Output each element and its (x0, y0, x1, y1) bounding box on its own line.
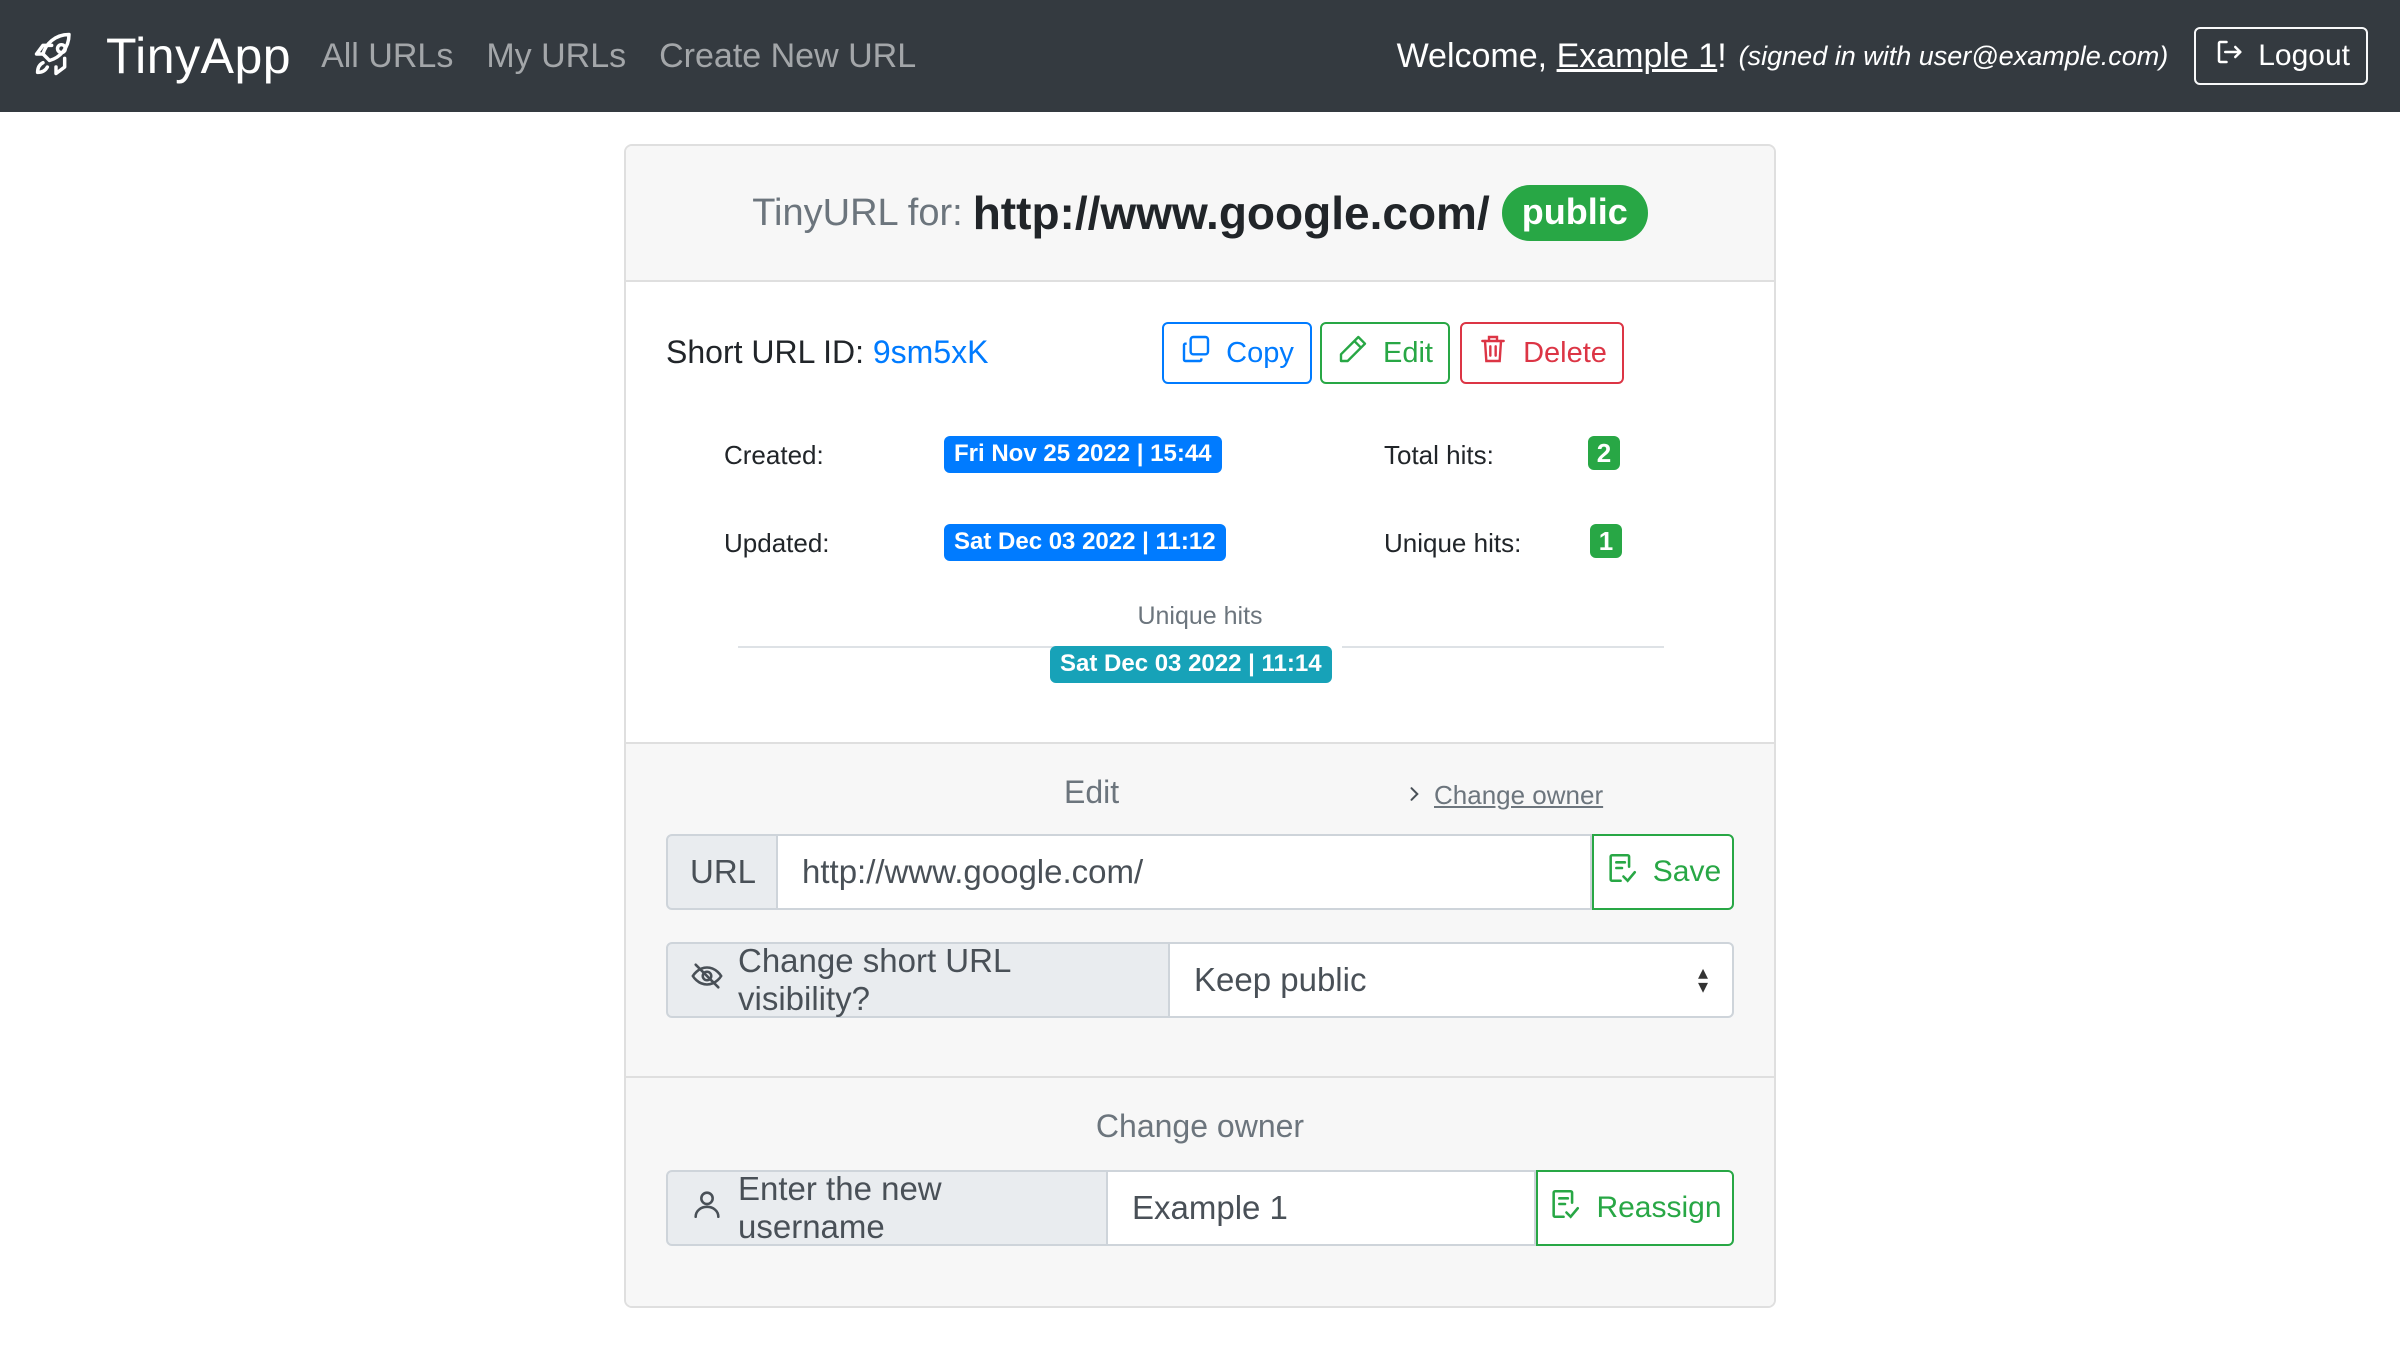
username-addon-label: Enter the new username (738, 1170, 942, 1245)
signed-in-email: (signed in with user@example.com) (1738, 40, 2169, 71)
url-details-card: TinyURL for: http://www.google.com/ publ… (624, 144, 1776, 1308)
change-owner-link-label: Change owner (1434, 780, 1604, 810)
change-owner-toggle[interactable]: Change owner (1404, 780, 1603, 811)
visibility-addon: Change short URL visibility? (666, 942, 1170, 1018)
long-url-title: http://www.google.com/ (972, 187, 1490, 239)
logout-label: Logout (2258, 39, 2350, 72)
edit-section: Edit Change owner URL http://www.google.… (626, 742, 1774, 1078)
url-input-group: URL http://www.google.com/ Save (666, 834, 1734, 910)
visibility-select-value: Keep public (1194, 961, 1367, 998)
edit-button[interactable]: Edit (1320, 322, 1450, 384)
created-date-badge: Fri Nov 25 2022 | 15:44 (944, 436, 1222, 473)
updated-date-badge: Sat Dec 03 2022 | 11:12 (944, 524, 1226, 561)
short-url-id-label: Short URL ID: (666, 334, 864, 370)
new-username-input[interactable]: Example 1 (1108, 1170, 1536, 1246)
total-hits-label: Total hits: (1384, 440, 1494, 470)
logout-icon (2214, 37, 2258, 75)
visibility-select[interactable]: Keep public ▴ ▾ (1170, 942, 1734, 1018)
updated-label: Updated: (724, 528, 830, 558)
delete-button[interactable]: Delete (1460, 322, 1624, 384)
copy-icon (1180, 333, 1226, 373)
nav-my-urls[interactable]: My URLs (486, 37, 626, 76)
top-navbar: TinyApp All URLs My URLs Create New URL … (0, 0, 2400, 112)
unique-hits-caption: Unique hits (1137, 602, 1263, 630)
copy-button[interactable]: Copy (1162, 322, 1312, 384)
reassign-icon (1548, 1187, 1596, 1229)
nav-all-urls[interactable]: All URLs (321, 37, 453, 76)
url-input[interactable]: http://www.google.com/ (778, 834, 1592, 910)
reassign-label: Reassign (1596, 1191, 1722, 1224)
username-link[interactable]: Example 1 (1557, 37, 1718, 75)
change-owner-title: Change owner (1095, 1108, 1305, 1144)
pencil-icon (1337, 333, 1383, 373)
welcome-prefix: Welcome, (1396, 36, 1548, 75)
nav-links: All URLs My URLs Create New URL (321, 37, 949, 76)
edit-label: Edit (1383, 336, 1433, 369)
save-button[interactable]: Save (1592, 834, 1734, 910)
nav-create-new-url[interactable]: Create New URL (659, 37, 916, 76)
card-header: TinyURL for: http://www.google.com/ publ… (626, 146, 1774, 282)
total-hits-badge: 2 (1588, 436, 1620, 470)
edit-section-title: Edit (1064, 774, 1120, 810)
copy-label: Copy (1226, 336, 1294, 369)
select-arrows-icon: ▴ ▾ (1697, 962, 1708, 998)
stats-divider-right (1342, 646, 1664, 648)
eye-slash-icon (690, 959, 738, 1001)
visibility-input-group: Change short URL visibility? Keep public… (666, 942, 1734, 1018)
user-icon (690, 1187, 738, 1229)
url-addon: URL (666, 834, 778, 910)
visibility-badge: public (1501, 185, 1648, 241)
user-area: Welcome, Example 1! (signed in with user… (1397, 0, 2368, 112)
tinyurl-for-label: TinyURL for: (752, 191, 963, 234)
brand-link[interactable]: TinyApp (30, 27, 291, 85)
trash-icon (1477, 333, 1523, 373)
brand-name: TinyApp (106, 28, 292, 84)
short-url-id: Short URL ID: 9sm5xK (666, 334, 988, 371)
username-addon: Enter the new username (666, 1170, 1108, 1246)
created-label: Created: (724, 440, 824, 470)
owner-input-group: Enter the new username Example 1 Reassig… (666, 1170, 1734, 1246)
welcome-text: Welcome, Example 1! (1397, 37, 1727, 76)
chevron-right-icon (1404, 780, 1434, 811)
logout-button[interactable]: Logout (2194, 27, 2368, 85)
short-url-id-value[interactable]: 9sm5xK (873, 334, 989, 370)
unique-hits-label: Unique hits: (1384, 528, 1522, 558)
delete-label: Delete (1523, 336, 1607, 369)
unique-hits-badge: 1 (1590, 524, 1622, 558)
save-label: Save (1652, 855, 1722, 888)
save-icon (1605, 851, 1653, 893)
welcome-suffix: ! (1717, 36, 1727, 75)
visibility-addon-label: Change short URL visibility? (738, 942, 1011, 1017)
rocket-icon (30, 28, 82, 85)
reassign-button[interactable]: Reassign (1536, 1170, 1734, 1246)
change-owner-section: Change owner Enter the new username Exam… (626, 1076, 1774, 1306)
unique-hits-date-badge: Sat Dec 03 2022 | 11:14 (1050, 646, 1332, 683)
